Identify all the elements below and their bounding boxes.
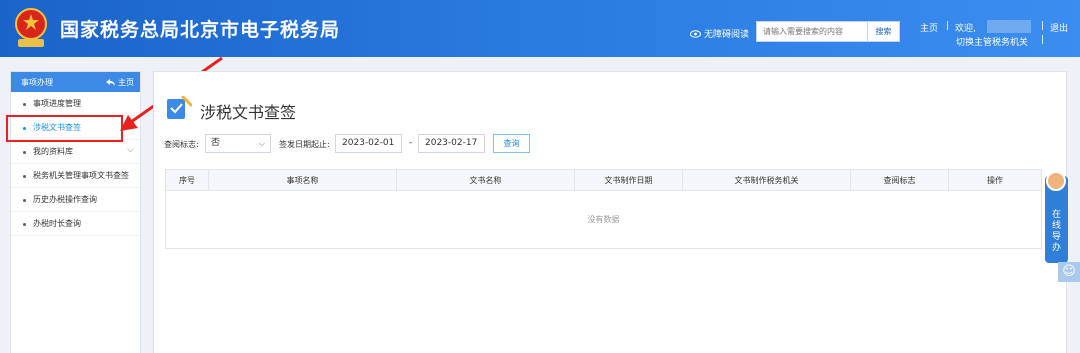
home-link[interactable]: 主页 — [920, 21, 938, 34]
viewed-flag-value: 否 — [211, 138, 221, 148]
date-range-separator: - — [409, 138, 413, 148]
online-guide-char: 线 — [1051, 221, 1061, 231]
sidebar-heading: 事项办理 主页 — [11, 72, 140, 92]
header-separator: | — [1041, 21, 1045, 31]
sidebar-item-duration[interactable]: 办税时长查询 — [11, 212, 140, 236]
online-guide-label: 在 线 导 办 — [1045, 210, 1068, 254]
table-header: 序号 事项名称 文书名称 文书制作日期 文书制作税务机关 查阅标志 操作 — [166, 170, 1041, 191]
column-header: 序号 — [166, 170, 209, 191]
online-guide-char: 办 — [1051, 243, 1061, 253]
date-to-input[interactable]: 2023-02-17 — [418, 134, 485, 153]
site-title: 国家税务总局北京市电子税务局 — [60, 19, 341, 41]
search-input[interactable] — [756, 21, 868, 42]
search-button[interactable]: 搜索 — [868, 21, 900, 42]
sidebar-item-my-library[interactable]: 我的资料库 ⌵ — [11, 140, 140, 164]
column-header: 事项名称 — [209, 170, 397, 191]
issue-date-label: 签发日期起止: — [279, 140, 330, 149]
back-arrow-icon — [106, 78, 115, 86]
column-header: 文书制作日期 — [575, 170, 683, 191]
header-separator: | — [1041, 35, 1045, 45]
sidebar-item-progress[interactable]: 事项进度管理 — [11, 92, 140, 116]
sidebar-item-history[interactable]: 历史办税操作查询 — [11, 188, 140, 212]
chevron-down-icon: ⌵ — [127, 145, 134, 155]
sidebar-item-label: 历史办税操作查询 — [33, 195, 97, 204]
online-guide-char: 在 — [1051, 210, 1061, 220]
column-header: 操作 — [987, 176, 1003, 185]
switch-tax-authority-link[interactable]: 切换主管税务机关 — [956, 35, 1028, 48]
header-separator: | — [946, 21, 950, 31]
online-guide-char: 导 — [1051, 232, 1061, 242]
empty-table-message: 没有数据 — [587, 215, 620, 224]
chevron-down-icon: ⌵ — [258, 139, 265, 148]
sidebar-item-authority-documents[interactable]: 税务机关管理事项文书查签 — [11, 164, 140, 188]
sidebar-home-label: 主页 — [118, 77, 134, 87]
sidebar-item-label: 税务机关管理事项文书查签 — [33, 171, 129, 180]
column-header: 文书制作税务机关 — [683, 170, 851, 191]
top-header: 国家税务总局北京市电子税务局 无障碍阅读 搜索 主页 | 欢迎, | 退出 切换… — [0, 0, 1080, 57]
sidebar-item-label: 我的资料库 — [33, 147, 73, 156]
sidebar-heading-label: 事项办理 — [21, 77, 53, 87]
national-emblem-logo — [15, 8, 47, 47]
accessible-reading-link[interactable]: 无障碍阅读 — [690, 27, 749, 40]
welcome-text: 欢迎, — [955, 24, 976, 34]
column-header: 文书名称 — [397, 170, 575, 191]
annotation-highlight-box — [6, 115, 123, 142]
documents-table: 序号 事项名称 文书名称 文书制作日期 文书制作税务机关 查阅标志 操作 没有数… — [165, 169, 1042, 249]
eye-icon — [690, 29, 701, 38]
accessible-reading-label: 无障碍阅读 — [704, 30, 750, 40]
sidebar-item-label: 事项进度管理 — [33, 99, 81, 108]
logout-link[interactable]: 退出 — [1050, 21, 1068, 34]
sidebar: 事项办理 主页 事项进度管理 涉税文书查签 我的资料库 ⌵ 税务机关管理事项文书… — [10, 71, 141, 353]
column-header: 查阅标志 — [851, 170, 949, 191]
viewed-flag-label: 查阅标志: — [164, 140, 199, 149]
redacted-username — [987, 20, 1031, 33]
sidebar-home-link[interactable]: 主页 — [106, 77, 134, 88]
page-title: 涉税文书查签 — [200, 103, 297, 122]
assistant-avatar-icon — [1046, 171, 1066, 191]
user-service-icon[interactable]: ☺ — [1058, 262, 1080, 282]
date-from-input[interactable]: 2023-02-01 — [335, 134, 402, 153]
viewed-flag-select[interactable]: 否 ⌵ — [205, 134, 271, 153]
sidebar-item-label: 办税时长查询 — [33, 219, 81, 228]
document-check-icon — [167, 96, 192, 119]
query-button[interactable]: 查询 — [493, 134, 530, 153]
